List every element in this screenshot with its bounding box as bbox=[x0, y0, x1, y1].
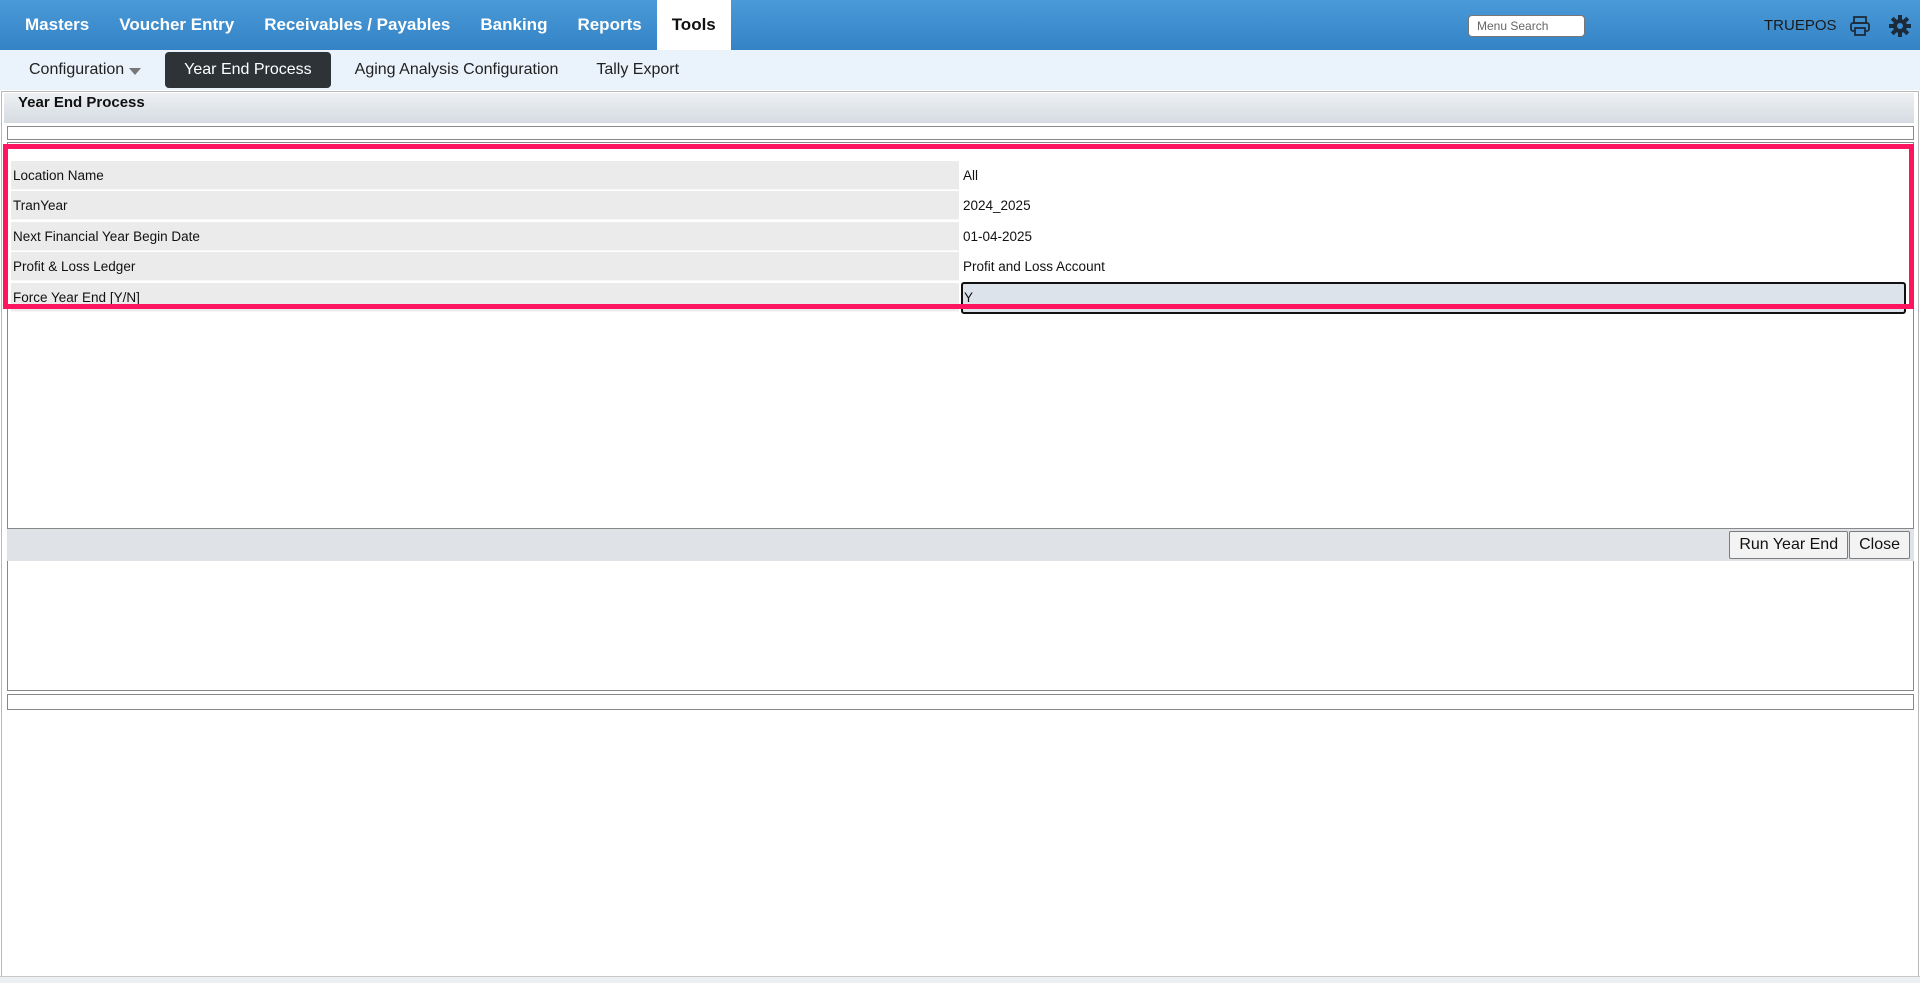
force-year-end-cell bbox=[959, 281, 1908, 314]
nav-voucher-entry[interactable]: Voucher Entry bbox=[104, 0, 249, 50]
status-footer bbox=[0, 976, 1920, 983]
printer-icon[interactable] bbox=[1848, 14, 1872, 38]
sub-nav-year-end-process[interactable]: Year End Process bbox=[165, 52, 331, 88]
force-year-end-input[interactable] bbox=[961, 281, 1906, 314]
sub-nav-configuration-label: Configuration bbox=[29, 61, 125, 78]
form-row-begin-date: Next Financial Year Begin Date 01-04-202… bbox=[11, 222, 1908, 251]
tranyear-value[interactable]: 2024_2025 bbox=[959, 191, 1908, 220]
location-name-label: Location Name bbox=[11, 161, 959, 190]
bottom-strip bbox=[7, 694, 1914, 710]
nav-reports[interactable]: Reports bbox=[562, 0, 656, 50]
form-row-pl-ledger: Profit & Loss Ledger Profit and Loss Acc… bbox=[11, 252, 1908, 281]
action-bar: Run Year End Close bbox=[7, 529, 1914, 561]
force-year-end-label: Force Year End [Y/N] bbox=[11, 283, 959, 312]
menu-search-input[interactable] bbox=[1468, 15, 1585, 37]
user-name: TRUEPOS bbox=[1764, 16, 1837, 34]
sub-nav-tally-export[interactable]: Tally Export bbox=[577, 52, 698, 88]
begin-date-label: Next Financial Year Begin Date bbox=[11, 222, 959, 251]
tranyear-label: TranYear bbox=[11, 191, 959, 220]
gear-icon[interactable] bbox=[1888, 14, 1912, 38]
pl-ledger-label: Profit & Loss Ledger bbox=[11, 252, 959, 281]
nav-masters[interactable]: Masters bbox=[10, 0, 104, 50]
begin-date-value[interactable]: 01-04-2025 bbox=[959, 222, 1908, 251]
location-name-value[interactable]: All bbox=[959, 161, 1908, 190]
chevron-down-icon bbox=[129, 67, 142, 75]
nav-tools[interactable]: Tools bbox=[656, 0, 731, 50]
sub-nav-aging-analysis-configuration[interactable]: Aging Analysis Configuration bbox=[336, 52, 578, 88]
top-strip bbox=[7, 126, 1914, 140]
close-button[interactable]: Close bbox=[1849, 531, 1910, 559]
form-row-location: Location Name All bbox=[11, 161, 1908, 190]
form-row-force-year-end: Force Year End [Y/N] bbox=[11, 281, 1908, 314]
pl-ledger-value[interactable]: Profit and Loss Account bbox=[959, 252, 1908, 281]
form-row-tranyear: TranYear 2024_2025 bbox=[11, 191, 1908, 220]
run-year-end-button[interactable]: Run Year End bbox=[1729, 531, 1849, 559]
nav-banking[interactable]: Banking bbox=[465, 0, 562, 50]
nav-receivables-payables[interactable]: Receivables / Payables bbox=[249, 0, 465, 50]
year-end-panel: Year End Process Location Name All TranY… bbox=[1, 91, 1919, 977]
main-menu: Masters Voucher Entry Receivables / Paya… bbox=[0, 0, 731, 50]
top-nav-bar: Masters Voucher Entry Receivables / Paya… bbox=[0, 0, 1920, 50]
sub-nav-configuration[interactable]: Configuration bbox=[19, 52, 160, 88]
sub-nav-bar: Configuration Year End Process Aging Ana… bbox=[0, 50, 1920, 90]
panel-title: Year End Process bbox=[4, 93, 1914, 123]
